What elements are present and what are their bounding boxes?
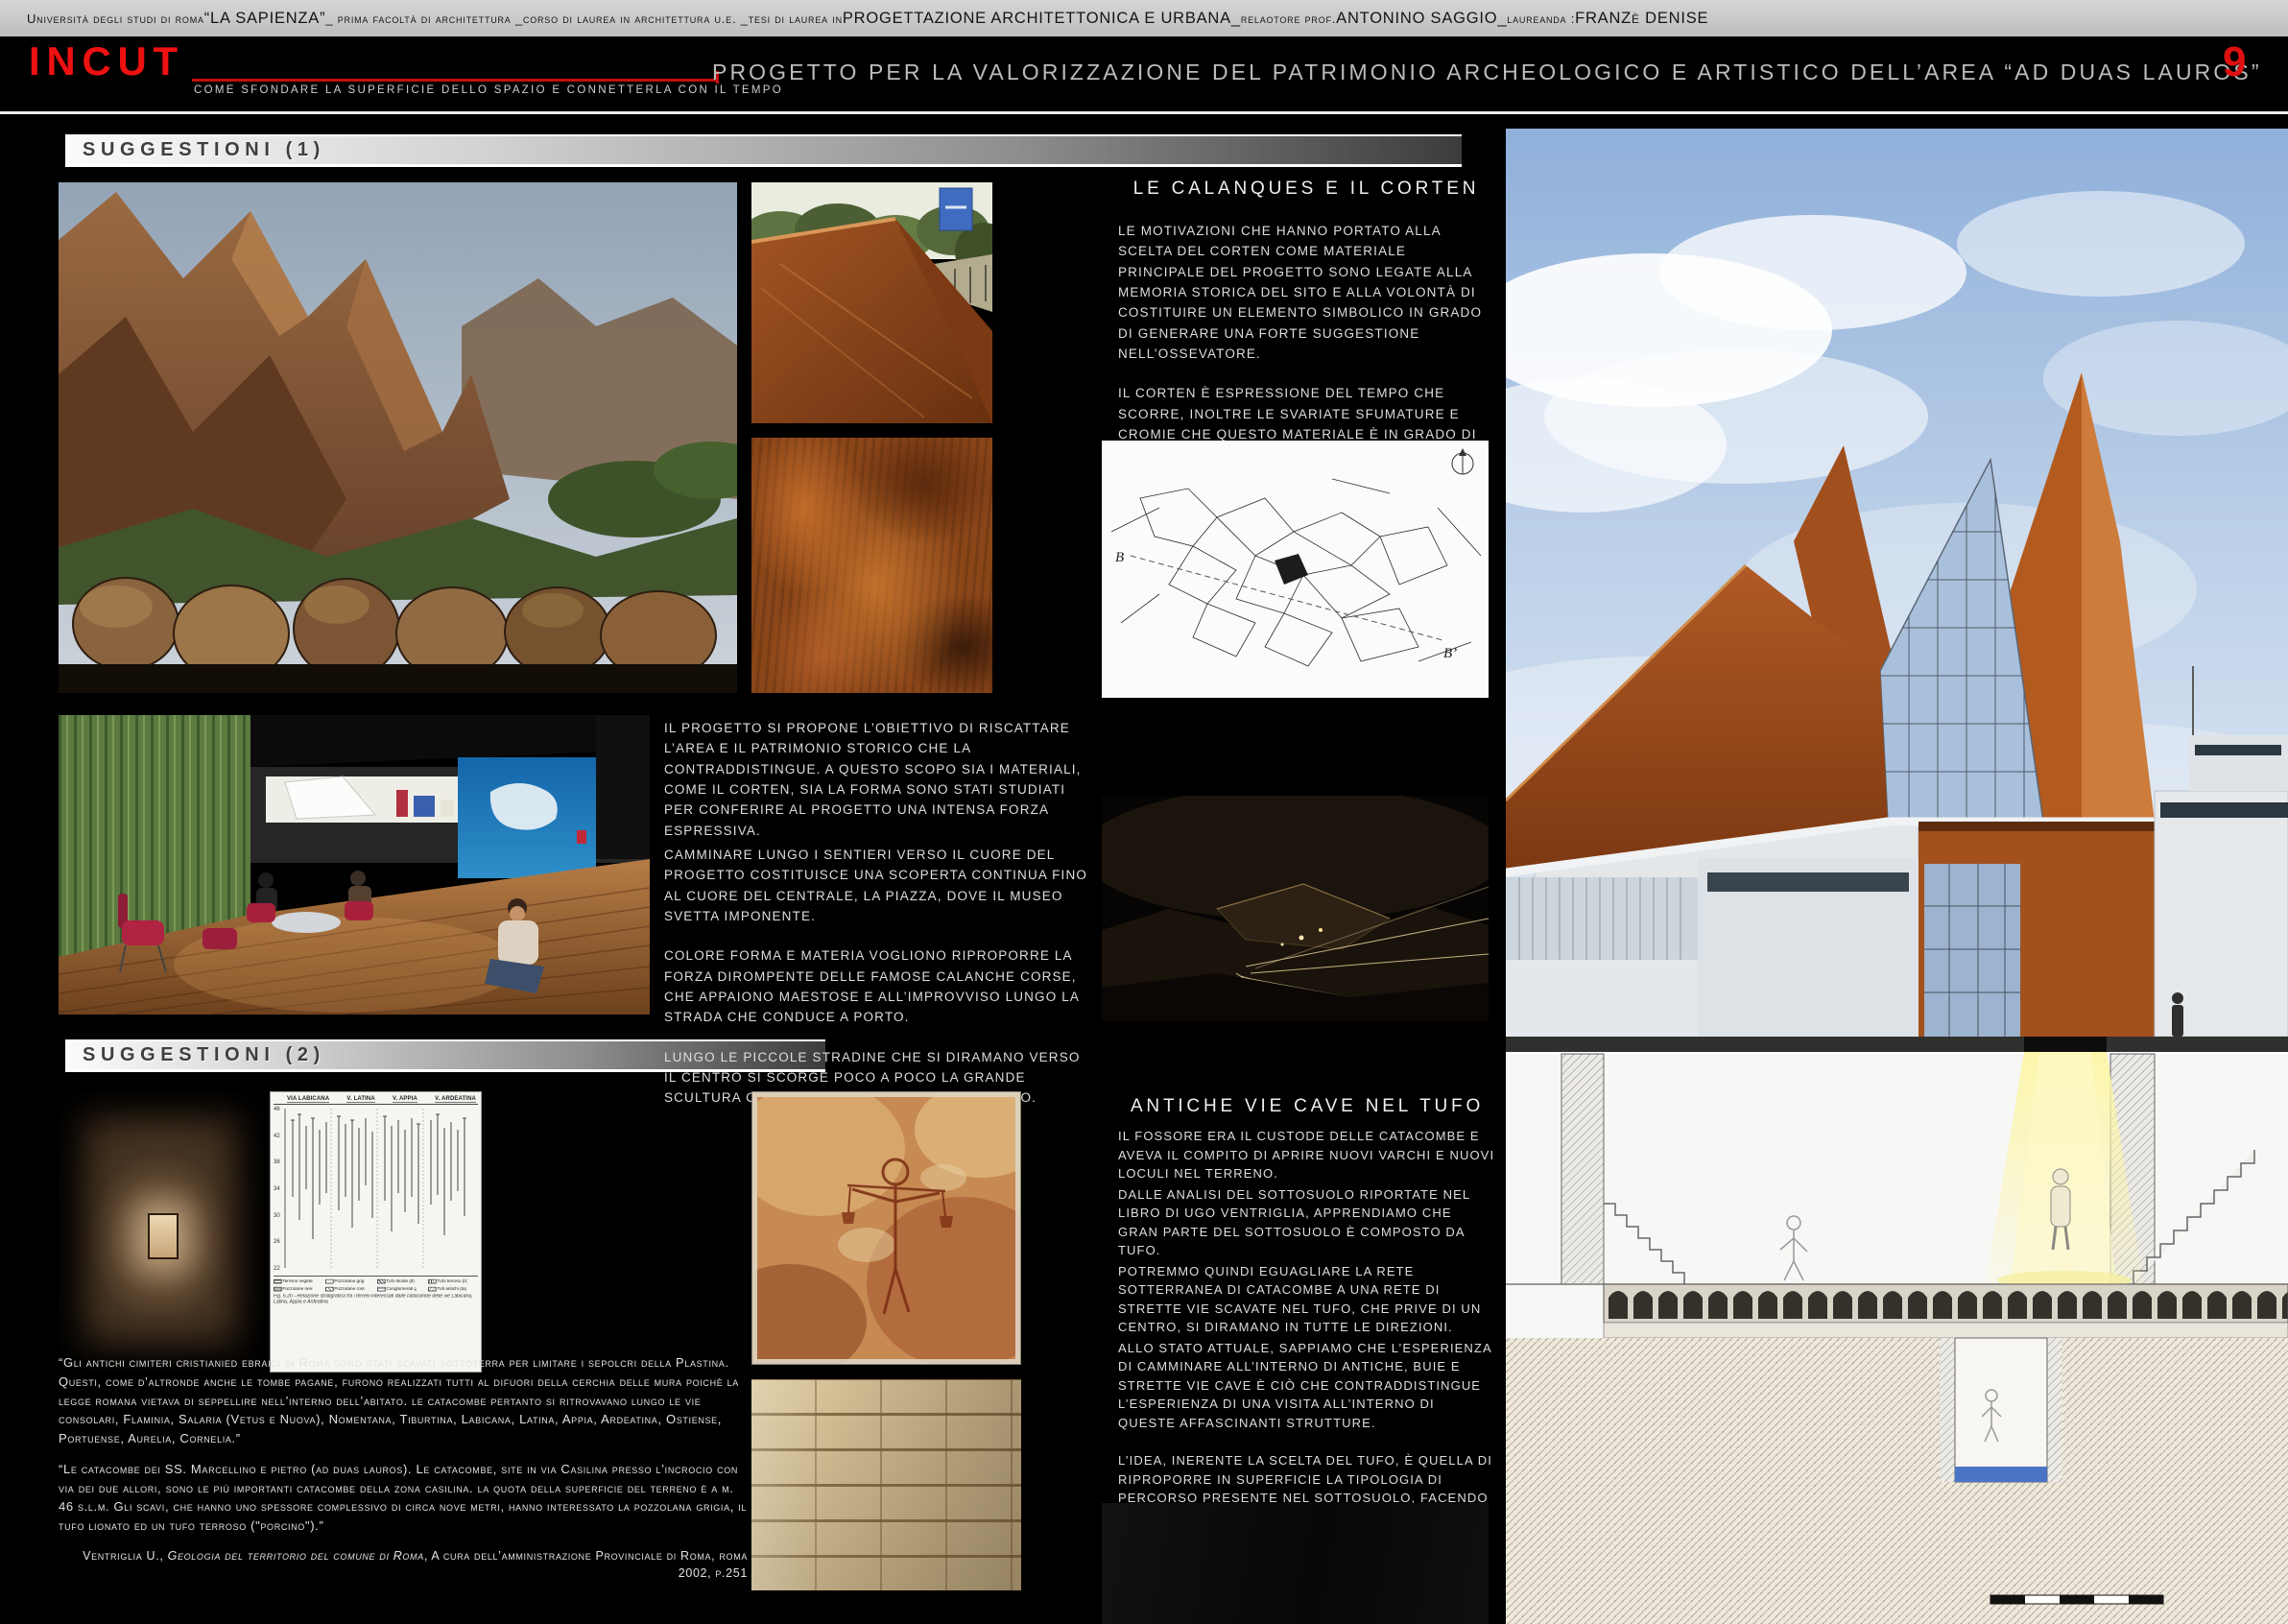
page-number: 9 <box>2223 38 2246 86</box>
section-label-b-prime: B’ <box>1443 646 1457 661</box>
bibliography-citation: Ventriglia U., Geologia del territorio d… <box>59 1547 748 1582</box>
tufo-paragraph: IL FOSSORE ERA IL CUSTODE DELLE CATACOMB… <box>1118 1127 1496 1183</box>
corten-wedge-photo <box>751 182 992 423</box>
tufo-heading: ANTICHE VIE CAVE NEL TUFO <box>1118 1096 1496 1117</box>
tufo-blocks-photo <box>751 1379 1021 1590</box>
site-plan-map: B B’ <box>1102 441 1489 698</box>
stratigraphy-chart: VIA LABICANA V. LATINA V. APPIA V. ARDEA… <box>270 1091 482 1373</box>
project-paragraph: IL PROGETTO SI PROPONE L’OBIETTIVO DI RI… <box>664 718 1092 841</box>
quote-catacombe: “Gli antichi cimiteri cristianied ebraic… <box>59 1353 748 1448</box>
tufo-paragraph: POTREMMO QUINDI EGUAGLIARE LA RETE SOTTE… <box>1118 1262 1496 1337</box>
axis-tick: 34 <box>274 1186 280 1192</box>
legend-item: Pozzolane rosse (pr) <box>325 1286 364 1291</box>
header-bar: INCUT COME SFONDARE LA SUPERFICIE DELLO … <box>0 36 2288 111</box>
chart-axis: 46 42 38 34 30 26 22 <box>274 1105 281 1274</box>
axis-tick: 22 <box>274 1266 280 1272</box>
thesis-board: Università degli studi di roma “LA SAPIE… <box>0 0 2288 1624</box>
section-bar-suggestioni-1: SUGGESTIONI (1) <box>65 134 1462 167</box>
night-render-illustration <box>1102 796 1489 1021</box>
north-arrow-icon <box>1452 448 1473 474</box>
project-paragraph: COLORE FORMA E MATERIA VOGLIONO RIPROPOR… <box>664 945 1092 1027</box>
relatore-name: ANTONINO SAGGIO_ <box>1336 10 1507 28</box>
laureanda-name: FRANZè DENISE <box>1575 10 1708 28</box>
museum-section-illustration <box>1506 129 2288 1624</box>
axis-tick: 38 <box>274 1159 280 1165</box>
legend-item: Terreno vegetale (tv) <box>274 1279 312 1284</box>
catacomb-tunnel-photo <box>59 1091 263 1373</box>
cliff-illustration <box>59 182 737 693</box>
scale-bar <box>1990 1595 2163 1604</box>
project-paragraph: CAMMINARE LUNGO I SENTIERI VERSO IL CUOR… <box>664 845 1092 926</box>
board-title: PROGETTO PER LA VALORIZZAZIONE DEL PATRI… <box>712 60 2262 85</box>
legend-item: Tufi antichi (ta) <box>428 1286 466 1291</box>
calanques-heading: LE CALANQUES E IL CORTEN <box>1118 179 1494 200</box>
incut-logo: INCUT <box>29 38 184 84</box>
museum-render-panel <box>1506 129 2288 1624</box>
night-render-photo <box>1102 796 1489 1021</box>
fresco-illustration <box>751 1091 1021 1365</box>
stratigraphy-bars <box>281 1105 473 1274</box>
axis-tick: 46 <box>274 1107 280 1112</box>
legend-item: Tufo terroso (tt) <box>428 1279 466 1284</box>
chart-legend: Terreno vegetale (tv) Pozzolane grigie (… <box>274 1276 478 1292</box>
axis-tick: 26 <box>274 1239 280 1245</box>
arched-foundation <box>1604 1284 2288 1323</box>
tagline: COME SFONDARE LA SUPERFICIE DELLO SPAZIO… <box>194 84 783 96</box>
university-name: “LA SAPIENZA” <box>204 10 326 28</box>
axis-tick: 42 <box>274 1134 280 1139</box>
chart-column-label: V. ARDEATINA <box>435 1096 476 1103</box>
section-title: SUGGESTIONI (2) <box>83 1044 325 1066</box>
laureanda-label: laureanda : <box>1507 12 1575 26</box>
chart-column-label: VIA LABICANA <box>287 1096 329 1103</box>
legend-item: Conglomerati giallastri (cg) <box>377 1286 416 1291</box>
interior-render-photo <box>59 715 650 1015</box>
tufo-paragraph: ALLO STATO ATTUALE, SAPPIAMO CHE L’ESPER… <box>1118 1339 1496 1433</box>
logo-underline <box>192 79 718 82</box>
chart-column-label: V. LATINA <box>346 1096 374 1103</box>
faculty-text: _ prima facoltà di architettura _corso d… <box>325 12 843 26</box>
quotes-block: “Gli antichi cimiteri cristianied ebraic… <box>59 1353 748 1582</box>
axis-tick: 30 <box>274 1213 280 1219</box>
section-title: SUGGESTIONI (1) <box>83 139 325 161</box>
site-plan-illustration: B B’ <box>1102 441 1489 698</box>
header-divider <box>0 111 2288 114</box>
ground-hatch <box>1506 1338 2288 1624</box>
dark-image-placeholder <box>1102 1503 1489 1624</box>
legend-item: Tufo litoide (tl) <box>377 1279 416 1284</box>
citation-author: Ventriglia U., <box>83 1549 168 1563</box>
catacomb-fresco-photo <box>751 1091 1021 1365</box>
corten-wedge-illustration <box>751 182 992 423</box>
person-silhouette <box>2172 992 2183 1037</box>
interior-illustration <box>59 715 650 1015</box>
corten-texture-photo <box>751 438 992 693</box>
quote-marcellino: “Le catacombe dei SS. Marcellino e pietr… <box>59 1460 748 1536</box>
calanques-paragraph: LE MOTIVAZIONI CHE HANNO PORTATO ALLA SC… <box>1118 221 1494 364</box>
tufo-paragraph: DALLE ANALISI DEL SOTTOSUOLO RIPORTATE N… <box>1118 1185 1496 1260</box>
section-label-b: B <box>1115 550 1124 565</box>
university-text: Università degli studi di roma <box>27 12 204 26</box>
chart-column-label: V. APPIA <box>393 1096 417 1103</box>
project-text-block: IL PROGETTO SI PROPONE L’OBIETTIVO DI RI… <box>664 718 1092 1112</box>
chart-header-row: VIA LABICANA V. LATINA V. APPIA V. ARDEA… <box>274 1096 478 1105</box>
calanques-cliff-photo <box>59 182 737 693</box>
legend-item: Pozzolane nere (pn) <box>274 1286 312 1291</box>
citation-title: Geologia del territorio del comune di Ro… <box>168 1549 424 1563</box>
chart-caption: Fig. 6.20 - Relazione stratigrafica fra … <box>274 1294 479 1305</box>
university-bar: Università degli studi di roma “LA SAPIE… <box>0 0 2288 36</box>
tunnel-light <box>148 1213 179 1259</box>
thesis-course: PROGETTAZIONE ARCHITETTONICA E URBANA_ <box>843 10 1241 28</box>
citation-publisher: , A cura dell’amministrazione Provincial… <box>424 1549 748 1580</box>
legend-item: Pozzolane grigie (pz) <box>325 1279 364 1284</box>
relatore-label: relaotore prof. <box>1241 12 1336 26</box>
